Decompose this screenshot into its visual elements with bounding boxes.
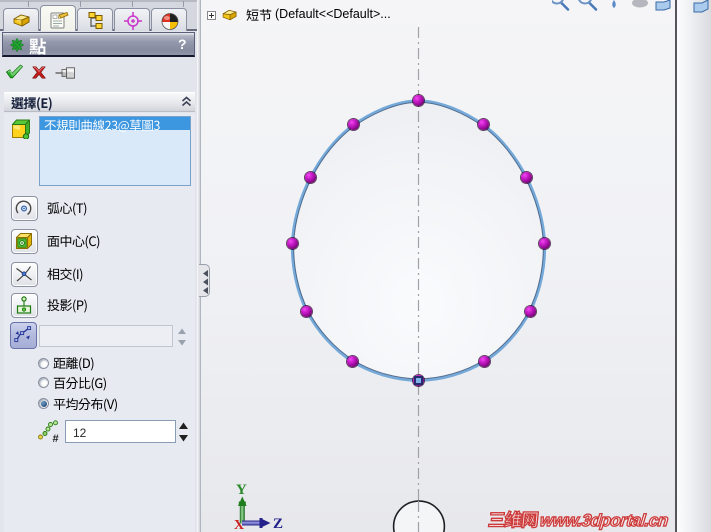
svg-text:Z: Z	[273, 516, 283, 532]
svg-text:Y: Y	[236, 482, 247, 498]
svg-text:#: #	[53, 433, 59, 442]
svg-text:www.3dportal.cn: www.3dportal.cn	[539, 511, 669, 530]
